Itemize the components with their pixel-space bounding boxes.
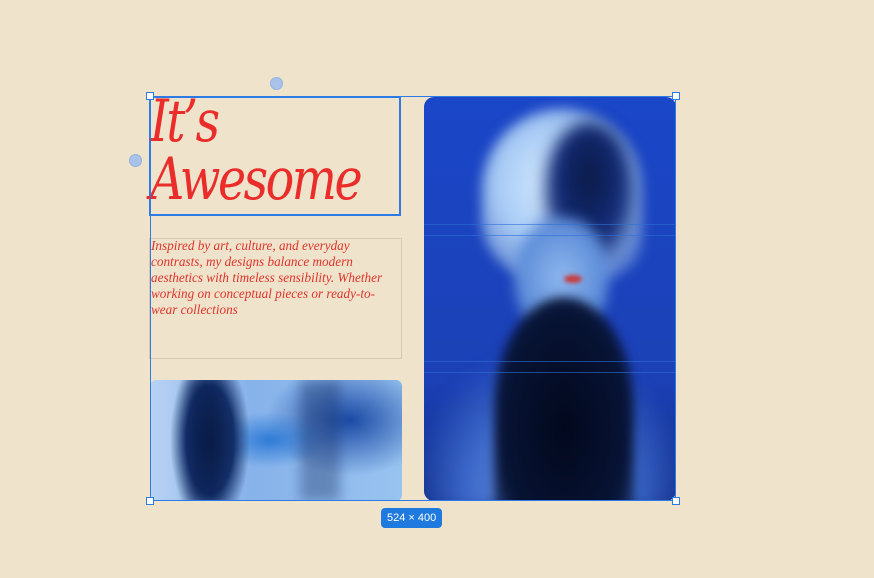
- design-canvas: It’s Awesome Inspired by art, culture, a…: [0, 0, 874, 578]
- padding-handle[interactable]: [129, 154, 142, 167]
- resize-handle-top-left[interactable]: [146, 92, 154, 100]
- resize-handle-top-right[interactable]: [672, 92, 680, 100]
- resize-handle-bottom-left[interactable]: [146, 497, 154, 505]
- rotation-handle[interactable]: [270, 77, 283, 90]
- resize-handle-bottom-right[interactable]: [672, 497, 680, 505]
- dimension-badge: 524 × 400: [381, 508, 443, 528]
- selection-box[interactable]: [150, 96, 676, 501]
